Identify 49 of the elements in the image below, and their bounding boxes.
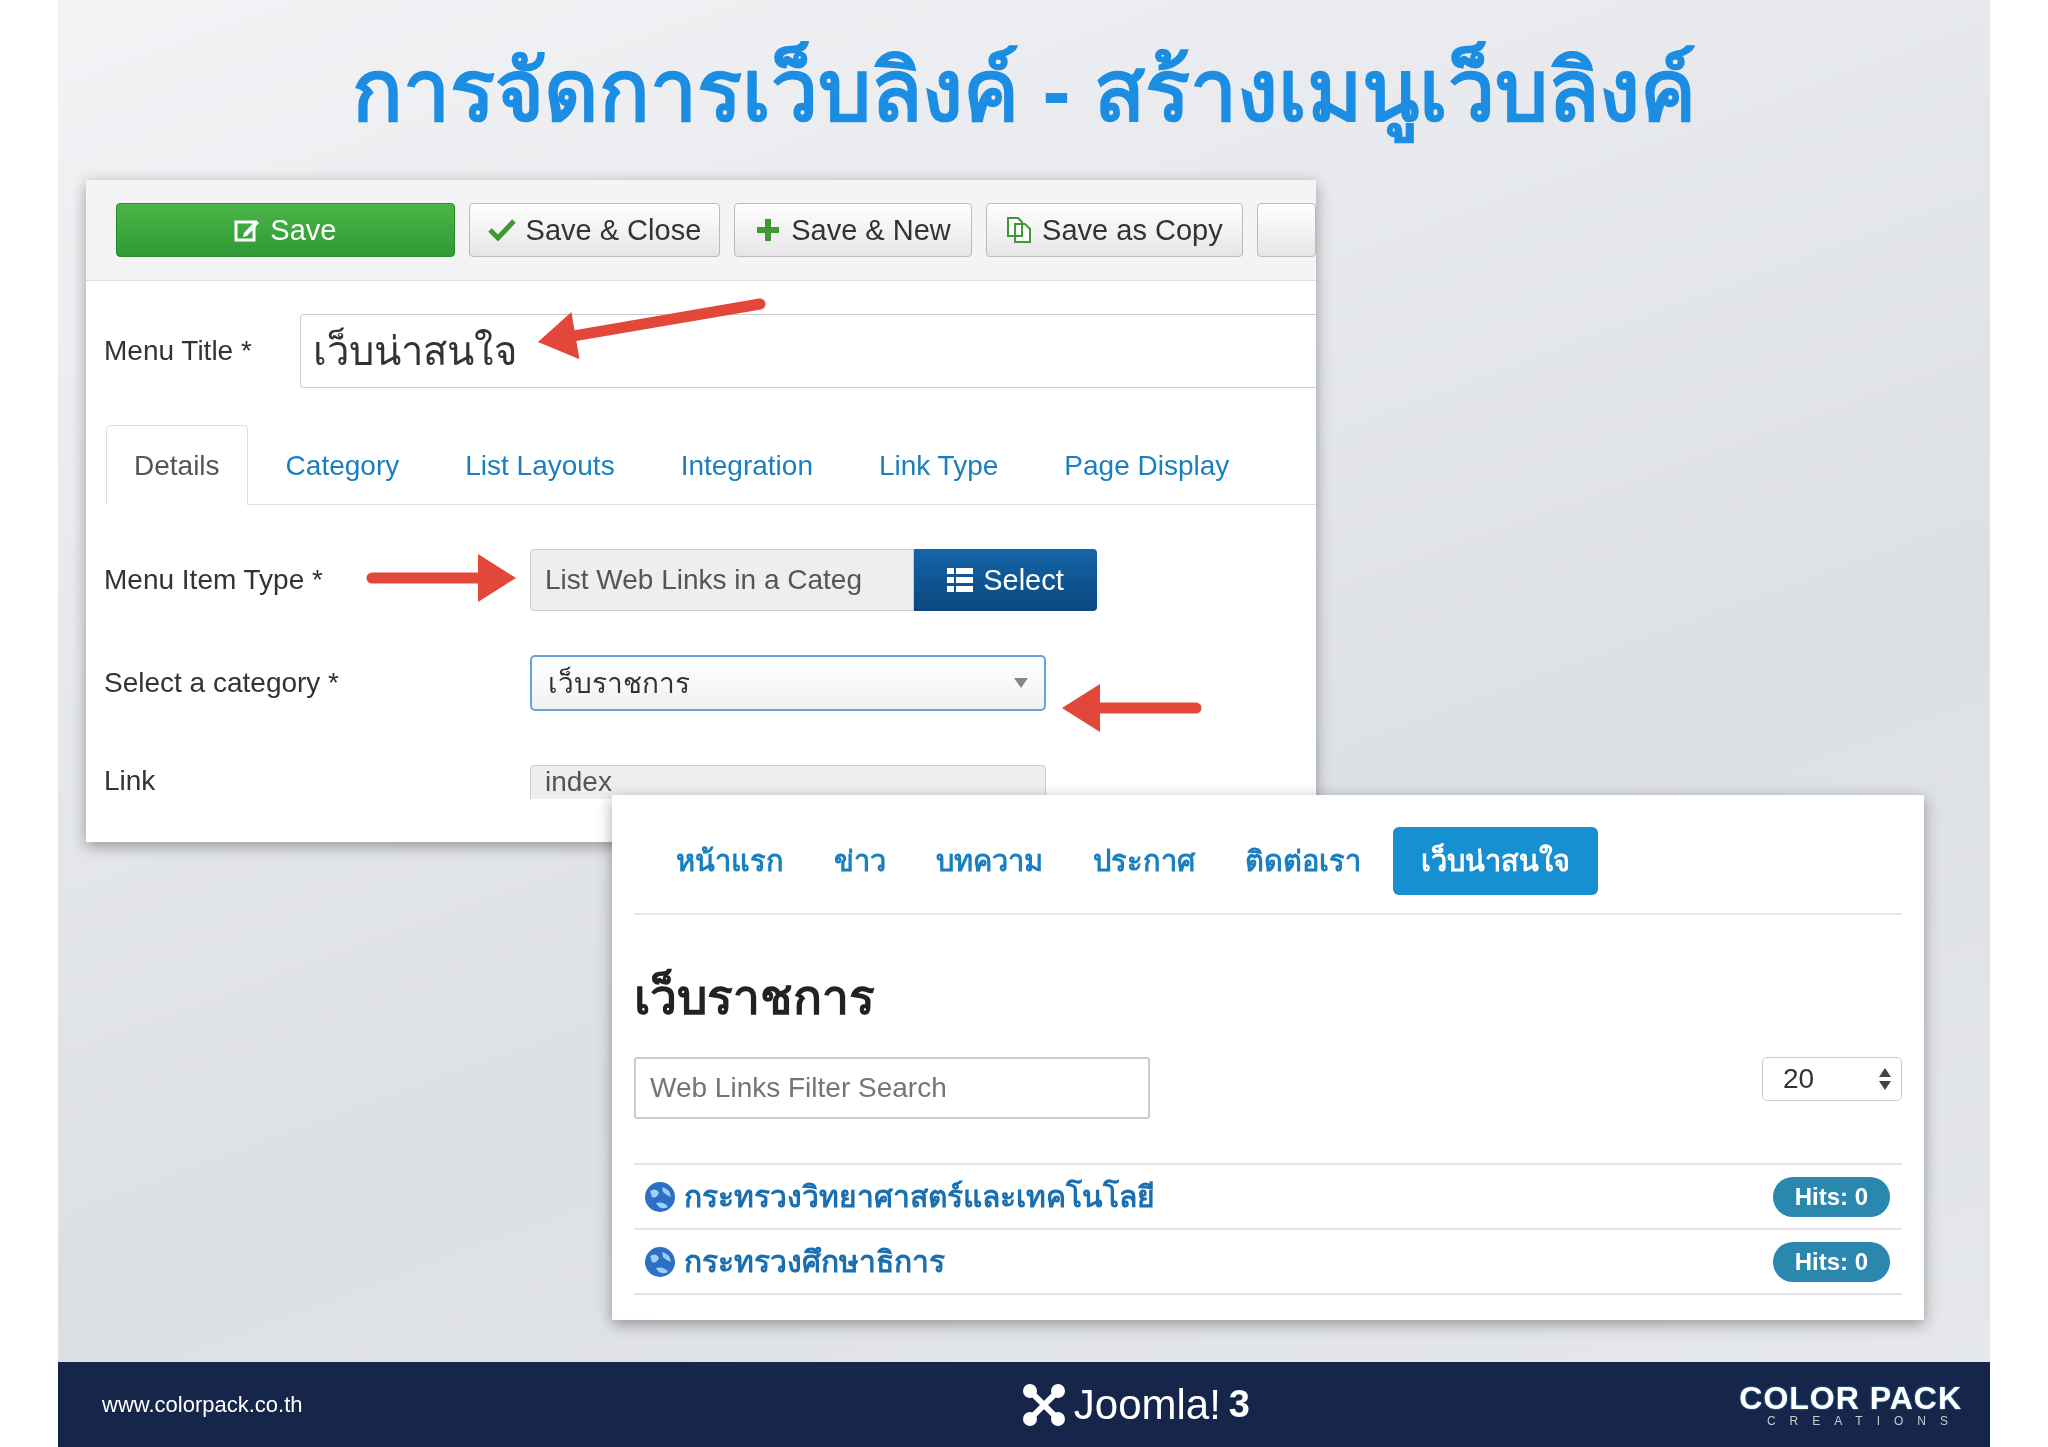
tab[interactable]: Category — [259, 425, 426, 505]
plus-icon — [755, 217, 782, 243]
hits-badge: Hits: 0 — [1772, 1176, 1890, 1217]
weblink[interactable]: กระทรวงวิทยาศาสตร์และเทคโนโลยี — [684, 1173, 1773, 1220]
globe-icon — [644, 1245, 676, 1278]
nav-item[interactable]: ข่าว — [816, 827, 904, 895]
weblink[interactable]: กระทรวงศึกษาธิการ — [684, 1238, 1773, 1285]
tab[interactable]: Integration — [654, 425, 839, 505]
save-button[interactable]: Save — [116, 203, 455, 257]
edit-icon — [234, 217, 261, 243]
menu-item-type-field[interactable]: List Web Links in a Categ — [530, 549, 914, 611]
slide-title: การจัดการเว็บลิงค์ - สร้างเมนูเว็บลิงค์ — [352, 23, 1696, 157]
select-button[interactable]: Select — [914, 549, 1097, 611]
limit-dropdown[interactable]: 20 — [1762, 1057, 1902, 1101]
tab[interactable]: Link Type — [852, 425, 1025, 505]
list-icon — [947, 568, 974, 592]
product-version: 3 — [1228, 1383, 1250, 1426]
dropdown-caret-icon — [1014, 678, 1028, 688]
nav-item[interactable]: ติดต่อเรา — [1227, 827, 1379, 895]
hits-badge: Hits: 0 — [1772, 1241, 1890, 1282]
product-name: Joomla! — [1073, 1380, 1221, 1429]
link-field[interactable]: index — [530, 765, 1046, 799]
nav-item[interactable]: ประกาศ — [1075, 827, 1213, 895]
field-label: Menu Title * — [104, 335, 252, 366]
tab[interactable]: List Layouts — [439, 425, 641, 505]
field-label: Link — [104, 765, 156, 796]
brand-name: COLOR PACK — [1739, 1381, 1962, 1414]
nav-item[interactable]: เว็บน่าสนใจ — [1393, 827, 1598, 895]
tab[interactable]: Page Display — [1038, 425, 1256, 505]
field-label: Menu Item Type * — [104, 564, 323, 595]
copy-icon — [1006, 216, 1033, 244]
search-field[interactable]: Web Links Filter Search — [634, 1057, 1150, 1119]
website-url: www.colorpack.co.th — [102, 1391, 303, 1418]
brand-tagline: CREATIONS — [1766, 1413, 1962, 1428]
menu-title-field[interactable]: เว็บน่าสนใจ — [300, 314, 1316, 388]
copy-button[interactable]: Save as Copy — [985, 203, 1243, 257]
nav-item[interactable]: หน้าแรก — [658, 827, 802, 895]
field-label: Select a category * — [104, 667, 340, 698]
spinner-arrows-icon — [1879, 1068, 1891, 1090]
close-button[interactable]: Save & Close — [468, 203, 721, 257]
nav-item[interactable]: บทความ — [918, 827, 1061, 895]
toolbar-button[interactable] — [1256, 203, 1316, 257]
category-heading: เว็บราชการ — [634, 959, 1902, 1035]
tab[interactable]: Details — [106, 425, 248, 505]
new-button[interactable]: Save & New — [734, 203, 972, 257]
globe-icon — [644, 1180, 676, 1213]
joomla-logo-icon — [1021, 1382, 1066, 1427]
check-icon — [487, 218, 516, 242]
category-dropdown[interactable]: เว็บราชการ — [530, 655, 1046, 711]
